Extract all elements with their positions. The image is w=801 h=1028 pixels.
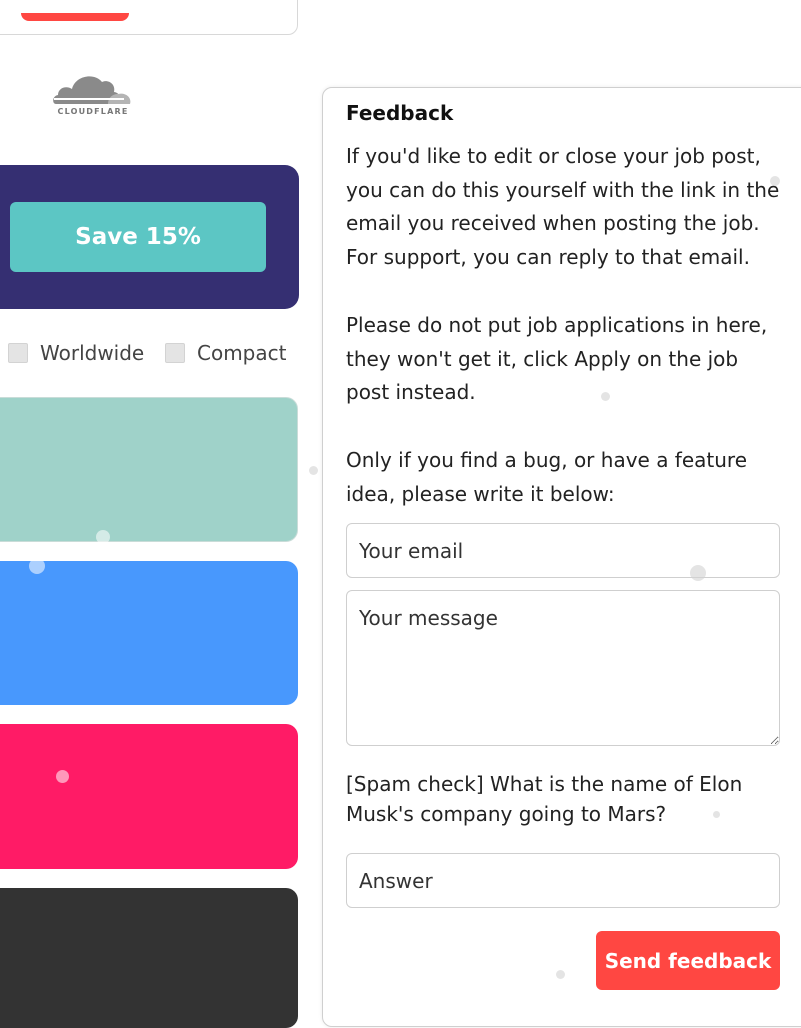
save-15-button[interactable]: Save 15% <box>10 202 266 272</box>
snow-dot <box>556 970 565 979</box>
snow-dot <box>29 558 45 574</box>
filter-worldwide[interactable]: Worldwide <box>8 340 144 366</box>
email-field[interactable] <box>346 523 780 578</box>
filter-compact[interactable]: Compact <box>165 340 286 366</box>
worldwide-checkbox[interactable] <box>8 343 28 363</box>
job-card-pink[interactable] <box>0 724 298 869</box>
snow-dot <box>713 811 720 818</box>
job-card-teal[interactable] <box>0 397 298 542</box>
snow-dot <box>770 176 780 186</box>
top-job-card[interactable] <box>0 0 298 35</box>
cloudflare-logo[interactable]: CLOUDFLARE <box>50 68 136 120</box>
compact-checkbox[interactable] <box>165 343 185 363</box>
spam-check-question: [Spam check] What is the name of Elon Mu… <box>346 772 743 826</box>
cloudflare-logo-text: CLOUDFLARE <box>57 107 129 116</box>
answer-field[interactable] <box>346 853 780 908</box>
compact-label: Compact <box>197 341 287 365</box>
worldwide-label: Worldwide <box>40 341 145 365</box>
snow-dot <box>309 466 318 475</box>
top-card-red-button[interactable] <box>21 13 129 21</box>
job-card-blue[interactable] <box>0 561 298 705</box>
snow-dot <box>96 530 110 544</box>
send-feedback-button[interactable]: Send feedback <box>596 931 780 990</box>
snow-dot <box>56 770 69 783</box>
feedback-title: Feedback <box>346 101 454 125</box>
snow-dot <box>690 565 706 581</box>
message-field[interactable] <box>346 590 780 746</box>
cloud-icon <box>53 76 131 104</box>
feedback-paragraph-applications: Please do not put job applications in he… <box>346 313 768 405</box>
job-card-dark[interactable] <box>0 888 298 1028</box>
feedback-paragraph-bug: Only if you find a bug, or have a featur… <box>346 448 748 506</box>
snow-dot <box>601 392 610 401</box>
feedback-paragraph-edit: If you'd like to edit or close your job … <box>346 144 780 270</box>
